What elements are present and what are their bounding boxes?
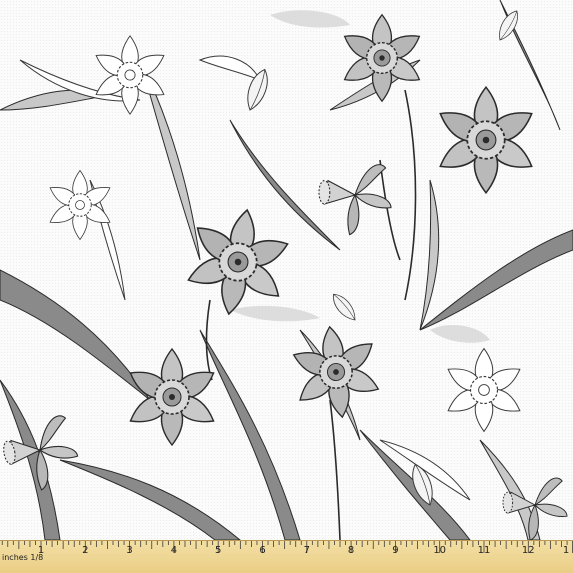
ruler-number: 5 bbox=[215, 545, 222, 556]
daffodil-pattern bbox=[0, 0, 573, 540]
ruler-number: 10 bbox=[433, 545, 447, 556]
ruler-number: 4 bbox=[170, 545, 178, 556]
ruler-number: 11 bbox=[477, 545, 491, 556]
ruler-number: 12 bbox=[521, 545, 535, 556]
ruler-number: 7 bbox=[303, 545, 310, 556]
ruler-number: 2 bbox=[82, 545, 89, 556]
fabric-swatch: inches 1/8 1 2 3 4 5 6 7 8 9 10 11 12 1 bbox=[0, 0, 573, 573]
ruler-number: 3 bbox=[126, 545, 133, 556]
ruler-number: 1 bbox=[562, 545, 570, 556]
measuring-ruler: inches 1/8 1 2 3 4 5 6 7 8 9 10 11 12 1 bbox=[0, 540, 573, 573]
ruler-number: 9 bbox=[392, 545, 399, 556]
ruler-number: 6 bbox=[259, 545, 266, 556]
ruler-number: 8 bbox=[347, 545, 355, 556]
ruler-number: 1 bbox=[37, 545, 45, 556]
